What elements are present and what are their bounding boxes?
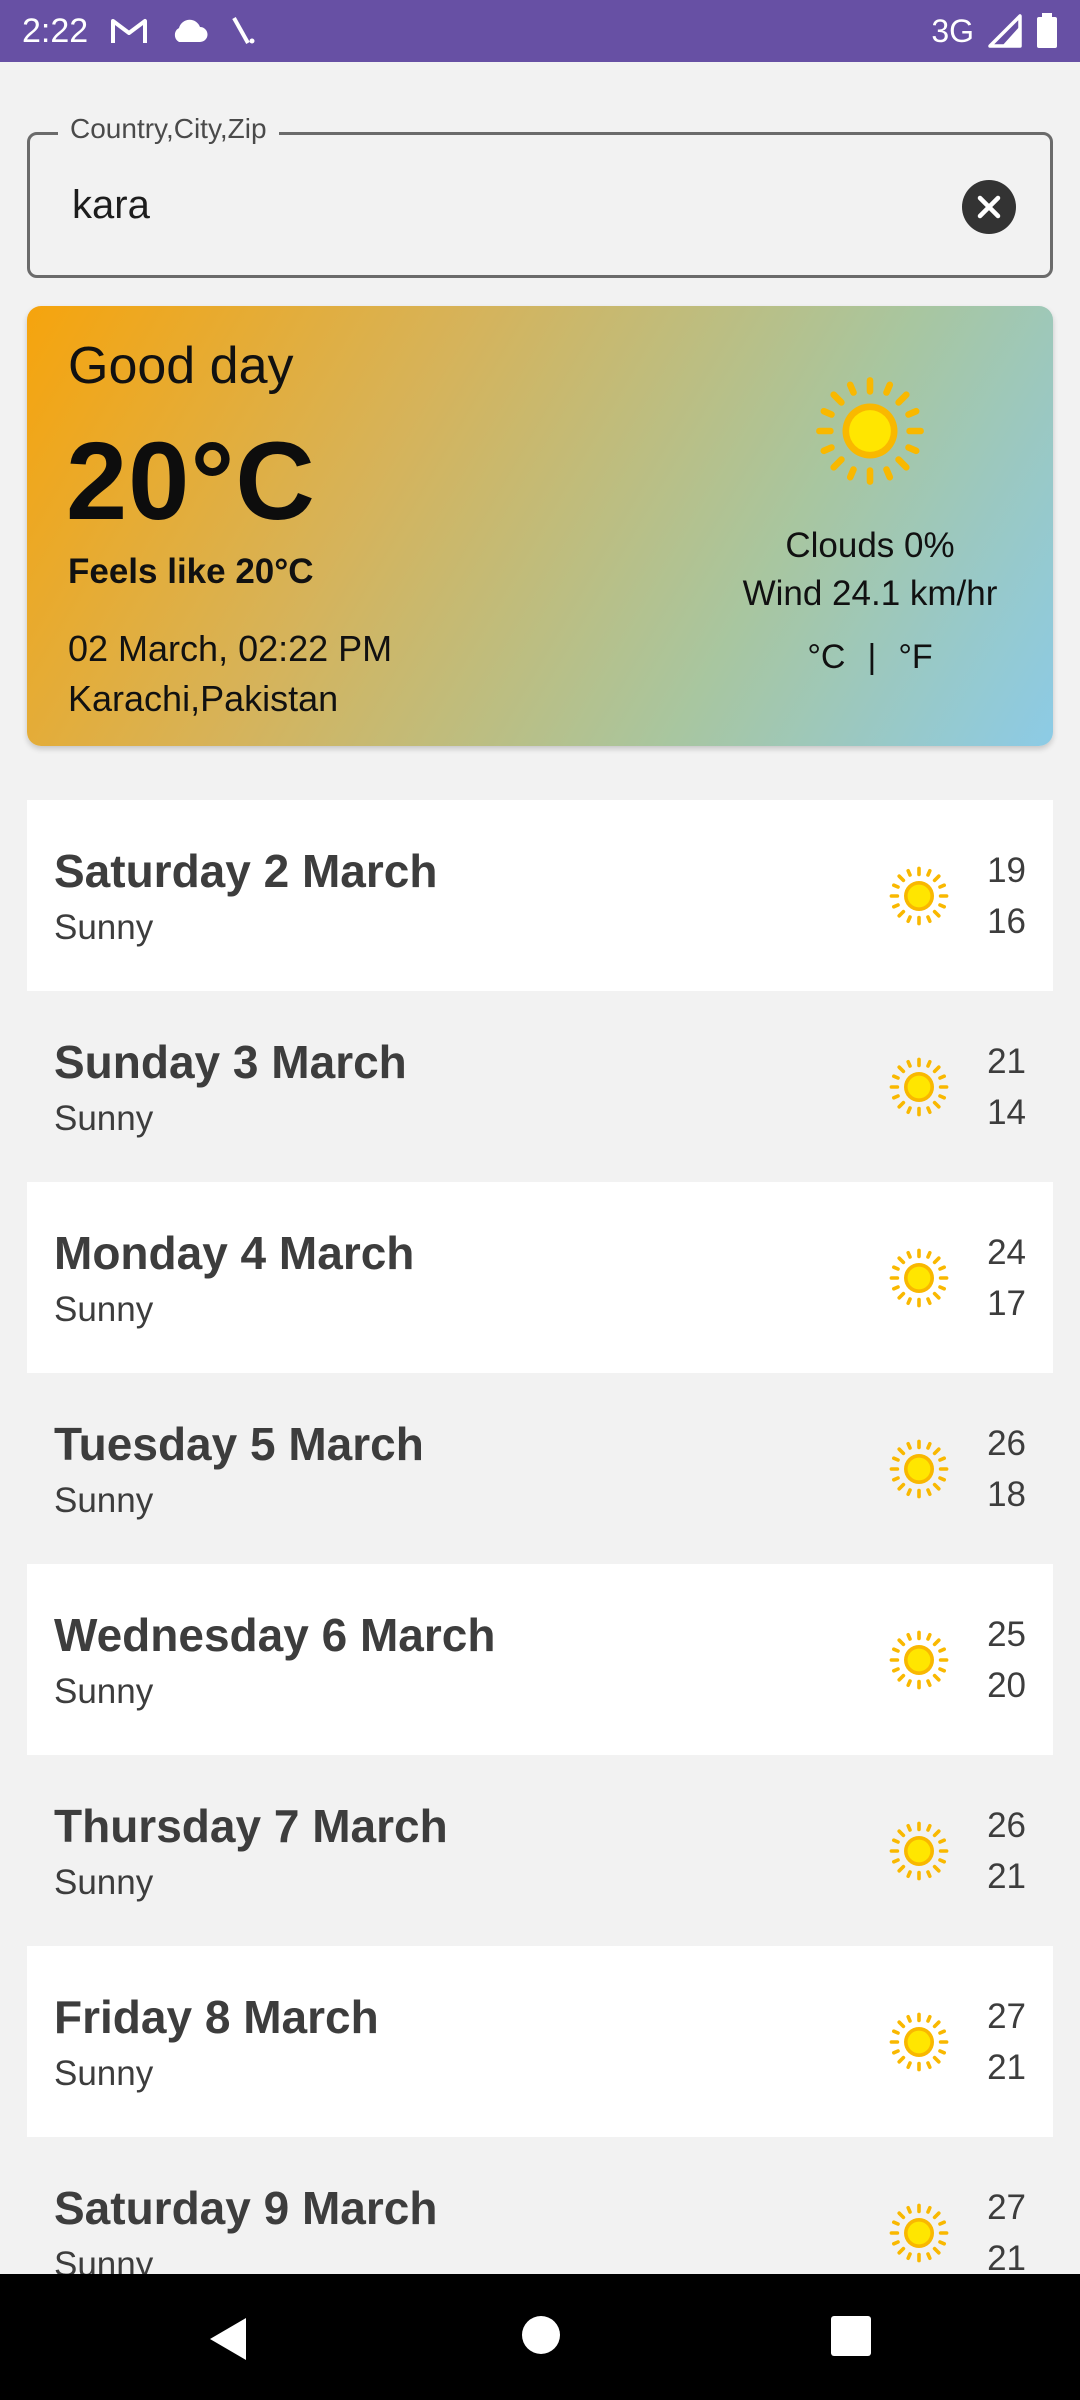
forecast-high: 25 (987, 1615, 1026, 1654)
wind-value: Wind 24.1 km/hr (742, 574, 998, 613)
sun-icon (889, 1630, 949, 1690)
recents-icon[interactable] (829, 2314, 873, 2358)
fahrenheit-toggle[interactable]: °F (898, 638, 932, 677)
sun-icon (889, 2012, 949, 2072)
forecast-condition: Sunny (54, 1481, 154, 1520)
forecast-low: 17 (987, 1284, 1026, 1323)
forecast-condition: Sunny (54, 1672, 154, 1711)
search-input[interactable] (70, 175, 950, 235)
status-bar: 2:22 3G (0, 0, 1080, 62)
forecast-day: Wednesday 6 March (54, 1609, 496, 1661)
forecast-row[interactable]: Thursday 7 March Sunny 26 21 (27, 1755, 1053, 1946)
close-icon (977, 195, 1001, 219)
sun-icon (889, 1439, 949, 1499)
forecast-day: Tuesday 5 March (54, 1418, 424, 1470)
sun-icon (889, 1821, 949, 1881)
forecast-condition: Sunny (54, 908, 154, 947)
forecast-row[interactable]: Saturday 2 March Sunny 19 16 (27, 800, 1053, 991)
forecast-high: 26 (987, 1424, 1026, 1463)
current-weather-card: Good day 20°C Feels like 20°C 02 March, … (27, 306, 1053, 746)
forecast-list: Saturday 2 March Sunny 19 16 Sunday 3 Ma… (27, 800, 1053, 2328)
navigation-bar (0, 2274, 1080, 2400)
current-datetime: 02 March, 02:22 PM (68, 628, 393, 669)
sun-icon (889, 2203, 949, 2263)
forecast-day: Saturday 9 March (54, 2182, 438, 2234)
signal-icon (988, 14, 1022, 48)
sun-icon (889, 1057, 949, 1117)
forecast-high: 19 (987, 851, 1026, 890)
forecast-row[interactable]: Sunday 3 March Sunny 21 14 (27, 991, 1053, 1182)
forecast-high: 27 (987, 2188, 1026, 2227)
forecast-row[interactable]: Tuesday 5 March Sunny 26 18 (27, 1373, 1053, 1564)
forecast-row[interactable]: Monday 4 March Sunny 24 17 (27, 1182, 1053, 1373)
forecast-row[interactable]: Friday 8 March Sunny 27 21 (27, 1946, 1053, 2137)
forecast-low: 21 (987, 2239, 1026, 2278)
forecast-day: Saturday 2 March (54, 845, 438, 897)
forecast-condition: Sunny (54, 1290, 154, 1329)
network-type: 3G (931, 12, 974, 49)
home-icon[interactable] (520, 2314, 562, 2356)
no-signal-slash-icon (230, 15, 256, 47)
forecast-row[interactable]: Wednesday 6 March Sunny 25 20 (27, 1564, 1053, 1755)
forecast-day: Monday 4 March (54, 1227, 415, 1279)
forecast-low: 18 (987, 1475, 1026, 1514)
unit-toggle: °C | °F (807, 638, 932, 677)
clouds-value: Clouds 0% (785, 526, 955, 565)
celsius-toggle[interactable]: °C (807, 638, 845, 677)
feels-like: Feels like 20°C (68, 552, 314, 591)
forecast-day: Thursday 7 March (54, 1800, 448, 1852)
forecast-low: 21 (987, 1857, 1026, 1896)
forecast-low: 20 (987, 1666, 1026, 1705)
clear-search-button[interactable] (962, 180, 1016, 234)
forecast-condition: Sunny (54, 1099, 154, 1138)
cloud-icon (170, 18, 208, 44)
search-field[interactable]: Country,City,Zip (27, 113, 1053, 278)
sun-icon (816, 377, 924, 485)
current-temperature: 20°C (66, 420, 316, 543)
status-time: 2:22 (22, 11, 89, 50)
forecast-day: Friday 8 March (54, 1991, 379, 2043)
forecast-high: 21 (987, 1042, 1026, 1081)
forecast-high: 26 (987, 1806, 1026, 1845)
gmail-icon (110, 16, 148, 46)
back-icon[interactable] (204, 2314, 250, 2364)
search-label: Country,City,Zip (58, 113, 279, 145)
greeting: Good day (68, 337, 294, 395)
forecast-high: 27 (987, 1997, 1026, 2036)
sun-icon (889, 1248, 949, 1308)
forecast-day: Sunday 3 March (54, 1036, 407, 1088)
forecast-high: 24 (987, 1233, 1026, 1272)
forecast-condition: Sunny (54, 1863, 154, 1902)
unit-separator: | (867, 638, 877, 676)
forecast-low: 14 (987, 1093, 1026, 1132)
forecast-condition: Sunny (54, 2054, 154, 2093)
forecast-low: 21 (987, 2048, 1026, 2087)
sun-icon (889, 866, 949, 926)
battery-icon (1036, 13, 1058, 49)
current-location: Karachi,Pakistan (68, 678, 339, 719)
forecast-low: 16 (987, 902, 1026, 941)
